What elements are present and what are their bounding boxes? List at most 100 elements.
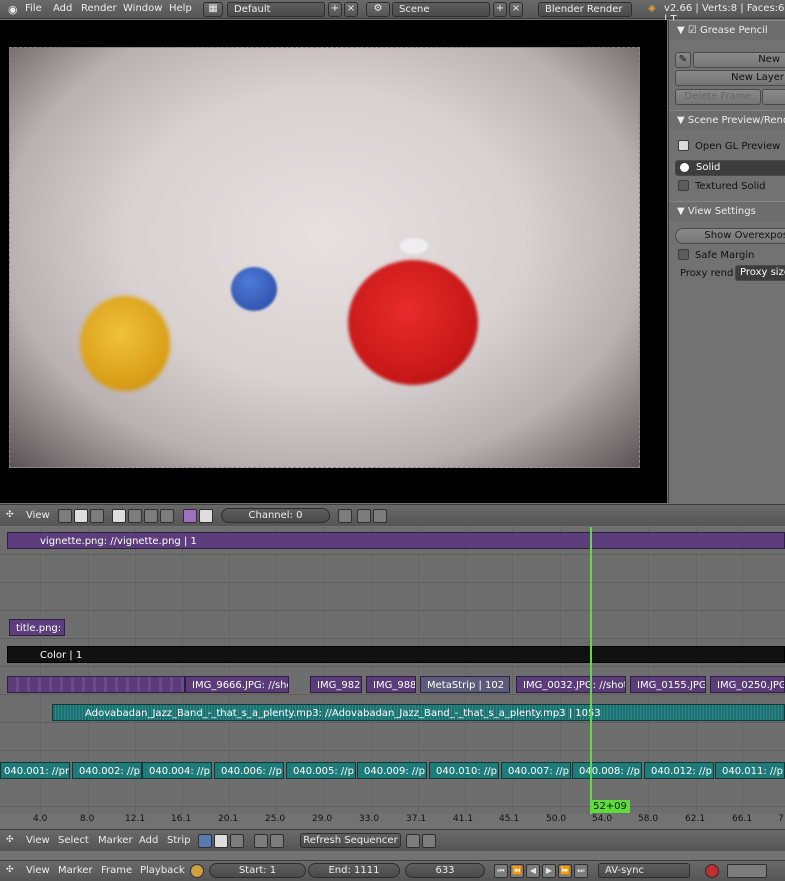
- render-engine-select[interactable]: Blender Render: [538, 2, 632, 17]
- add-scene-icon[interactable]: +: [493, 2, 507, 17]
- jump-keyframe-back-icon[interactable]: ⏪: [510, 864, 524, 878]
- jump-start-icon[interactable]: ⏮: [494, 864, 508, 878]
- menu-playback[interactable]: Playback: [140, 865, 185, 876]
- ghost-icon[interactable]: [338, 509, 352, 523]
- delete-frame-extra[interactable]: [762, 89, 785, 105]
- display-image-icon[interactable]: [112, 509, 126, 523]
- jump-end-icon[interactable]: ⏭: [574, 864, 588, 878]
- menu-add[interactable]: Add: [139, 835, 158, 846]
- playhead-line[interactable]: [590, 527, 592, 814]
- menu-help[interactable]: Help: [169, 3, 192, 14]
- split-view-icon[interactable]: [90, 509, 104, 523]
- panel-grease-pencil[interactable]: ▼ ☑ Grease Pencil: [669, 20, 785, 40]
- vignette-strip[interactable]: vignette.png: //vignette.png | 1: [7, 532, 785, 549]
- start-frame-field[interactable]: Start: 1: [209, 863, 306, 878]
- menu-strip[interactable]: Strip: [167, 835, 191, 846]
- sequencer-view-icon[interactable]: [198, 834, 212, 848]
- chroma-icon[interactable]: [144, 509, 158, 523]
- menu-file[interactable]: File: [25, 3, 42, 14]
- render-still-icon[interactable]: [357, 509, 371, 523]
- split-view-icon[interactable]: [230, 834, 244, 848]
- image-strips-cluster[interactable]: [7, 676, 185, 693]
- preview-view-icon[interactable]: [214, 834, 228, 848]
- layout-icon[interactable]: ▦: [203, 2, 223, 17]
- play-reverse-icon[interactable]: ◀: [526, 864, 540, 878]
- scene-icon[interactable]: ⚙: [366, 2, 390, 17]
- histogram-icon[interactable]: [160, 509, 174, 523]
- add-layout-icon[interactable]: +: [328, 2, 342, 17]
- image-strip[interactable]: IMG_982: [310, 676, 362, 693]
- overlay-icon[interactable]: [183, 509, 197, 523]
- pencil-icon[interactable]: ✎: [675, 52, 691, 68]
- sound-strip[interactable]: 040.010: //p: [429, 762, 499, 779]
- snap-icon[interactable]: [254, 834, 268, 848]
- menu-marker[interactable]: Marker: [98, 835, 133, 846]
- play-icon[interactable]: ▶: [542, 864, 556, 878]
- channel-field[interactable]: Channel: 0: [221, 508, 330, 523]
- scene-field[interactable]: Scene: [392, 2, 490, 17]
- editor-type-icon[interactable]: ✣: [6, 865, 14, 875]
- meta-strip[interactable]: MetaStrip | 102: [420, 676, 510, 693]
- image-strip[interactable]: IMG_9666.JPG: //sho: [185, 676, 289, 693]
- preview-type-icon[interactable]: [74, 509, 88, 523]
- menu-frame[interactable]: Frame: [101, 865, 132, 876]
- keying-set-icon[interactable]: [727, 864, 767, 878]
- sound-strip[interactable]: 040.004: //p: [142, 762, 212, 779]
- panel-scene-preview[interactable]: ▼ Scene Preview/Rende: [669, 110, 785, 130]
- editor-type-icon[interactable]: ✣: [6, 835, 14, 845]
- preview-range-icon[interactable]: [190, 864, 204, 878]
- image-strip[interactable]: IMG_0250.JPG: //: [710, 676, 785, 693]
- menu-marker[interactable]: Marker: [58, 865, 93, 876]
- sound-strip[interactable]: 040.009: //p: [357, 762, 427, 779]
- overlap-icon[interactable]: [270, 834, 284, 848]
- render-anim-icon[interactable]: [373, 509, 387, 523]
- image-strip[interactable]: IMG_0032.JPG: //shot1: [516, 676, 626, 693]
- blender-logo-icon[interactable]: ◉: [8, 3, 18, 16]
- record-icon[interactable]: [705, 864, 719, 878]
- safe-margin-checkbox[interactable]: [678, 249, 689, 260]
- render-anim-icon[interactable]: [422, 834, 436, 848]
- menu-window[interactable]: Window: [123, 3, 162, 14]
- sound-strip[interactable]: 040.007: //p: [501, 762, 571, 779]
- render-still-icon[interactable]: [406, 834, 420, 848]
- audio-strip[interactable]: Adovabadan_Jazz_Band_-_that_s_a_plenty.m…: [52, 704, 785, 721]
- jump-keyframe-forward-icon[interactable]: ⏩: [558, 864, 572, 878]
- sound-strip[interactable]: 040.002: //p: [72, 762, 142, 779]
- sound-strip[interactable]: 040.012: //p: [644, 762, 714, 779]
- menu-add[interactable]: Add: [53, 3, 72, 14]
- menu-view[interactable]: View: [26, 510, 50, 521]
- sound-strip[interactable]: 040.011: //p: [715, 762, 785, 779]
- proxy-size-select[interactable]: Proxy size: [735, 265, 785, 281]
- luma-icon[interactable]: [128, 509, 142, 523]
- close-scene-icon[interactable]: ×: [509, 2, 523, 17]
- refresh-sequencer-button[interactable]: Refresh Sequencer: [300, 833, 401, 848]
- title-strip[interactable]: title.png:: [9, 619, 65, 636]
- sync-mode-select[interactable]: AV-sync: [598, 863, 690, 878]
- menu-render[interactable]: Render: [81, 3, 117, 14]
- sound-strip[interactable]: 040.006: //p: [214, 762, 284, 779]
- open-gl-checkbox[interactable]: [678, 140, 689, 151]
- layout-field[interactable]: Default: [227, 2, 325, 17]
- safe-icon[interactable]: [199, 509, 213, 523]
- panel-view-settings[interactable]: ▼ View Settings: [669, 201, 785, 221]
- menu-select[interactable]: Select: [58, 835, 89, 846]
- close-layout-icon[interactable]: ×: [344, 2, 358, 17]
- menu-view[interactable]: View: [26, 835, 50, 846]
- new-grease-button[interactable]: New: [693, 52, 785, 68]
- editor-type-icon[interactable]: ✣: [6, 510, 14, 520]
- sound-strip[interactable]: 040.008: //p: [572, 762, 642, 779]
- delete-frame-button[interactable]: Delete Frame: [675, 89, 761, 105]
- textured-solid-checkbox[interactable]: [678, 180, 689, 191]
- frame-ruler[interactable]: 4.0 8.0 12.1 16.1 20.1 25.0 29.0 33.0 37…: [0, 814, 785, 826]
- menu-view[interactable]: View: [26, 865, 50, 876]
- solid-radio[interactable]: Solid: [675, 160, 785, 176]
- view-type-icon[interactable]: [58, 509, 72, 523]
- color-strip[interactable]: Color | 1: [7, 646, 785, 663]
- sound-strip[interactable]: 040.001: //pr: [0, 762, 70, 779]
- sequencer-timeline[interactable]: vignette.png: //vignette.png | 1 title.p…: [0, 527, 785, 814]
- sound-strip[interactable]: 040.005: //p: [286, 762, 356, 779]
- new-layer-button[interactable]: New Layer: [675, 70, 785, 86]
- current-frame-field[interactable]: 633: [405, 863, 485, 878]
- image-strip[interactable]: IMG_988: [366, 676, 416, 693]
- end-frame-field[interactable]: End: 1111: [308, 863, 400, 878]
